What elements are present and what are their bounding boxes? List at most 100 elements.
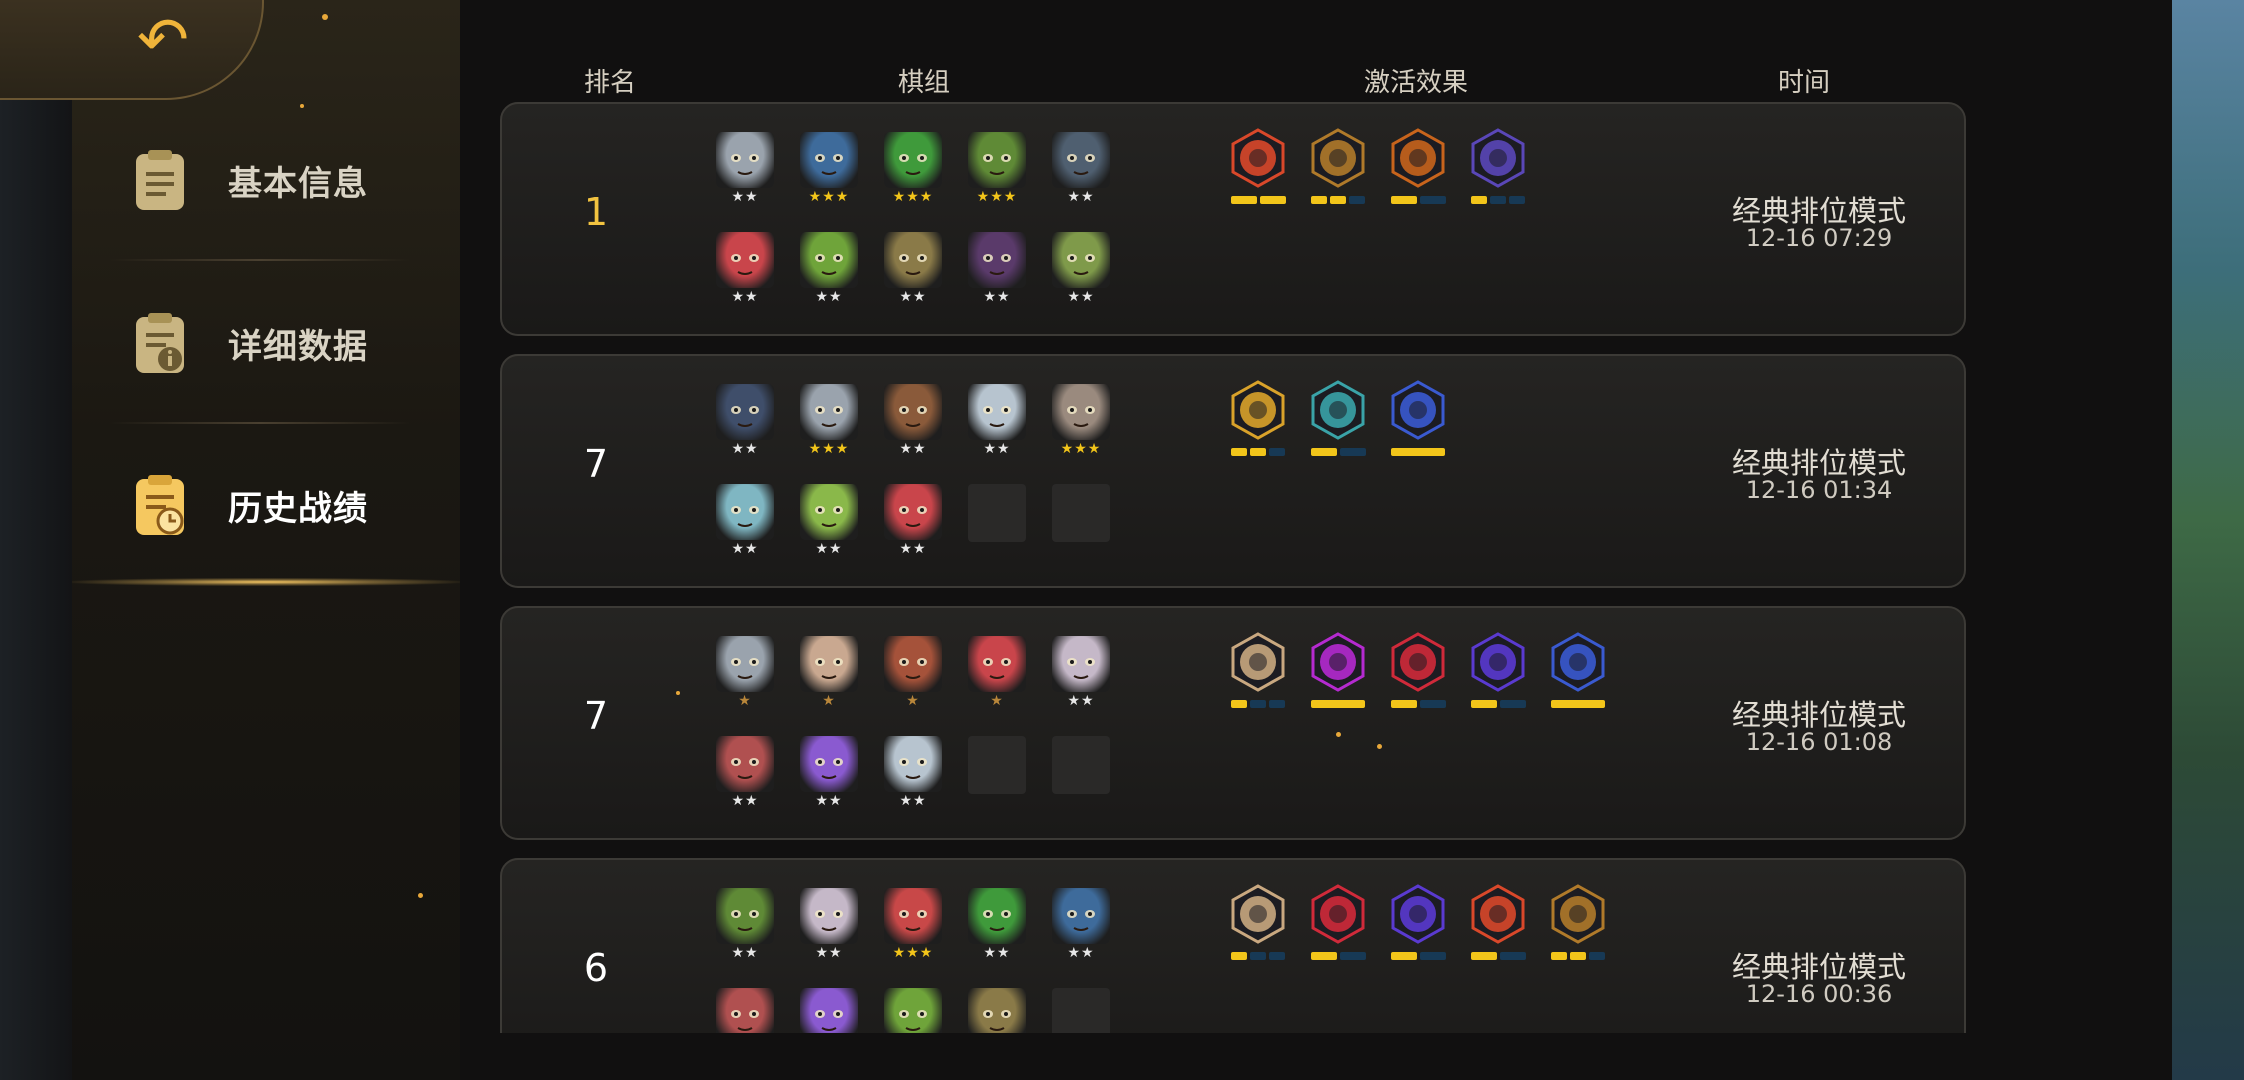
trait-badge[interactable] [1468, 632, 1528, 712]
match-row[interactable]: 7 ★★ ★★★ ★★ ★★ ★★★ ★★ ★★ ★★ 经典排位模式 12-16 01:34 [500, 354, 1966, 588]
unit-portrait[interactable]: ★★ [716, 384, 774, 458]
unit-portrait[interactable]: ★ [968, 636, 1026, 710]
gear-trait-icon [1308, 128, 1368, 188]
header-time: 时间 [1778, 68, 1831, 98]
unit-portrait[interactable]: ★★★ [968, 132, 1026, 206]
bandit-mask-icon [716, 988, 774, 1033]
unit-portrait[interactable]: ★★ [884, 736, 942, 810]
unit-portrait[interactable] [1052, 484, 1110, 558]
trait-badge[interactable] [1308, 128, 1368, 208]
unit-portrait[interactable]: ★★ [968, 232, 1026, 306]
unit-portrait[interactable] [1052, 988, 1110, 1033]
trait-badge[interactable] [1228, 632, 1288, 712]
trait-badge[interactable] [1548, 884, 1608, 964]
goblin-helmet-icon [968, 132, 1026, 188]
trait-list [1228, 884, 1688, 974]
match-row[interactable]: 1 ★★ ★★★ ★★★ ★★★ ★★ ★★ ★★ ★★ ★★ ★★ 经典排位模式 12-16 0… [500, 102, 1966, 336]
match-rank: 7 [583, 442, 609, 486]
unit-portrait[interactable]: ★★ [716, 132, 774, 206]
match-row[interactable]: 6 ★★ ★★ ★★★ ★★ ★★ 经典排位模式 12-16 00:36 [500, 858, 1966, 1033]
unit-portrait[interactable] [968, 988, 1026, 1033]
unit-portrait[interactable]: ★★ [884, 232, 942, 306]
unit-portrait[interactable]: ★★★ [884, 888, 942, 962]
unit-portrait[interactable]: ★★★ [800, 132, 858, 206]
sparkle [676, 691, 680, 695]
trait-badge[interactable] [1228, 380, 1288, 460]
unit-portrait[interactable]: ★ [884, 636, 942, 710]
unit-star-rating: ★ [822, 693, 836, 709]
unit-portrait[interactable]: ★★ [1052, 636, 1110, 710]
match-time: 12-16 00:36 [1745, 980, 1893, 1008]
sparkle [300, 104, 304, 108]
unit-star-rating: ★★★ [808, 441, 850, 457]
unit-portrait[interactable]: ★★★ [800, 384, 858, 458]
unit-portrait[interactable] [716, 988, 774, 1033]
trait-badge[interactable] [1308, 884, 1368, 964]
trait-badge[interactable] [1548, 632, 1608, 712]
trait-badge[interactable] [1388, 632, 1448, 712]
unit-portrait[interactable]: ★★ [800, 484, 858, 558]
unit-portrait[interactable]: ★★★ [1052, 384, 1110, 458]
trait-level-pips [1468, 700, 1528, 708]
unit-portrait[interactable]: ★★ [1052, 132, 1110, 206]
unit-star-rating: ★★ [731, 189, 759, 205]
trait-badge[interactable] [1308, 380, 1368, 460]
unit-portrait[interactable]: ★★ [716, 232, 774, 306]
nav-divider [110, 422, 410, 424]
unit-portrait[interactable]: ★★ [716, 736, 774, 810]
trait-badge[interactable] [1388, 128, 1448, 208]
mage-trait-icon [1468, 128, 1528, 188]
unit-portrait[interactable]: ★★ [968, 384, 1026, 458]
goblin-red-cap-icon [800, 232, 858, 288]
unit-portrait[interactable]: ★★★ [884, 132, 942, 206]
unit-portrait[interactable] [968, 484, 1026, 558]
trait-badge[interactable] [1388, 884, 1448, 964]
trait-badge[interactable] [1228, 128, 1288, 208]
trait-level-pips [1388, 700, 1448, 708]
blue-visor-icon [716, 384, 774, 440]
unit-portrait[interactable] [800, 988, 858, 1033]
unit-portrait[interactable] [1052, 736, 1110, 810]
horned-yeti-icon [884, 736, 942, 792]
unit-portrait[interactable] [884, 988, 942, 1033]
trait-badge[interactable] [1308, 632, 1368, 712]
unit-portrait[interactable]: ★★ [968, 888, 1026, 962]
unit-star-rating: ★★ [899, 793, 927, 809]
trait-badge[interactable] [1468, 128, 1528, 208]
nav-label-detail-data: 详细数据 [228, 326, 368, 367]
unit-portrait[interactable]: ★★ [716, 484, 774, 558]
unit-portrait[interactable]: ★★ [884, 384, 942, 458]
match-row[interactable]: 7 ★ ★ ★ ★ ★★ ★★ ★★ ★★ 经典排位模式 12-16 01:08 [500, 606, 1966, 840]
purple-wisp-icon [800, 988, 858, 1033]
trait-level-pips [1308, 448, 1368, 456]
bandit-mask-icon [716, 736, 774, 792]
back-button[interactable]: ↶ [130, 3, 196, 76]
trait-pip [1570, 952, 1586, 960]
red-hood-icon [716, 232, 774, 288]
white-beard-icon [1052, 384, 1110, 440]
nav-label-basic-info: 基本信息 [228, 163, 368, 204]
unit-portrait[interactable]: ★★ [800, 736, 858, 810]
trait-badge[interactable] [1468, 884, 1528, 964]
trait-badge[interactable] [1228, 884, 1288, 964]
active-tab-glow [72, 578, 460, 586]
nav-match-history[interactable]: 历史战绩 [128, 460, 428, 550]
unit-portrait[interactable] [968, 736, 1026, 810]
skeleton-trait-icon [1388, 884, 1448, 944]
trait-badge[interactable] [1388, 380, 1448, 460]
match-history-list[interactable]: 1 ★★ ★★★ ★★★ ★★★ ★★ ★★ ★★ ★★ ★★ ★★ 经典排位模式 12-16 0… [500, 98, 1970, 1033]
trait-pip [1330, 196, 1346, 204]
unit-portrait[interactable]: ★★ [800, 232, 858, 306]
nav-detail-data[interactable]: 详细数据 [128, 298, 428, 388]
header-rank: 排名 [584, 68, 637, 98]
unit-portrait[interactable]: ★★ [1052, 888, 1110, 962]
unit-portrait[interactable]: ★★ [716, 888, 774, 962]
unit-portrait[interactable]: ★ [800, 636, 858, 710]
unit-portrait[interactable]: ★★ [1052, 232, 1110, 306]
unit-portrait[interactable]: ★★ [884, 484, 942, 558]
unit-star-rating: ★★ [731, 441, 759, 457]
unit-portrait[interactable]: ★ [716, 636, 774, 710]
nav-basic-info[interactable]: 基本信息 [128, 135, 428, 225]
empty-unit-slot [1052, 736, 1110, 794]
unit-portrait[interactable]: ★★ [800, 888, 858, 962]
